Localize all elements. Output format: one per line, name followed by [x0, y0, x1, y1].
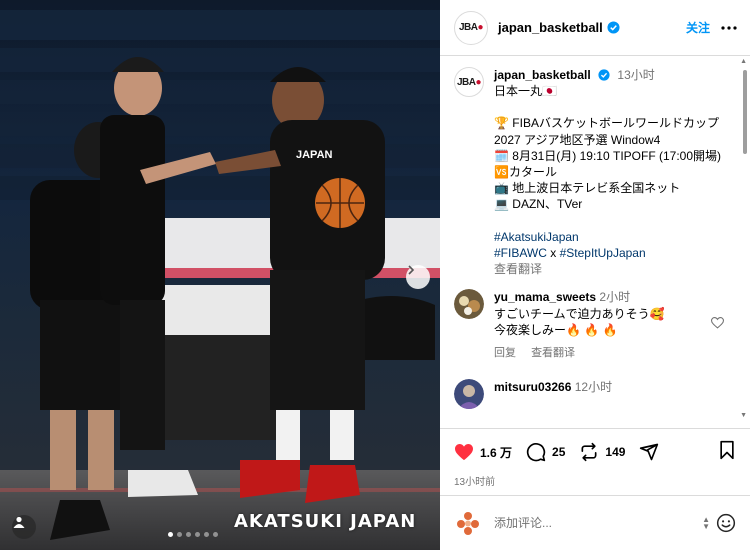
caption-line: 📺 地上波日本テレビ系全国ネット [494, 181, 681, 196]
commenter-username[interactable]: mitsuru03266 [494, 380, 571, 394]
carousel-dots [168, 532, 218, 537]
carousel-dot [186, 532, 191, 537]
bookmark-icon [720, 440, 734, 459]
comment-translate-link[interactable]: 查看翻译 [531, 347, 575, 359]
current-user-avatar-image [457, 512, 479, 535]
input-scroll-arrows[interactable]: ▲ ▼ [702, 516, 710, 531]
comment-bubble-icon [526, 443, 546, 462]
hashtag-link[interactable]: #StepItUpJapan [560, 246, 646, 260]
hashtag-link[interactable]: #AkatsukiJapan [494, 230, 579, 244]
caption-author-avatar[interactable]: JBA● [454, 67, 484, 97]
caption-line: 🏆 FIBAバスケットボールワールドカップ2027 アジア地区予選 Window… [494, 116, 719, 147]
commenter-avatar[interactable] [454, 289, 484, 320]
author-avatar[interactable]: JBA● [454, 10, 488, 45]
caption-line: 日本一丸🇯🇵 [494, 84, 557, 99]
post-photo-illustration: JAPAN [0, 10, 440, 550]
commenter-avatar-image [454, 379, 484, 410]
commenter-username[interactable]: yu_mama_sweets [494, 290, 596, 304]
repost-button[interactable]: 149 [579, 442, 625, 462]
comments-scroll-area[interactable]: JBA● japan_basketball 13小时 日本一丸🇯🇵 🏆 FIBA… [440, 57, 750, 427]
commenter-avatar[interactable] [454, 379, 484, 410]
author-username[interactable]: japan_basketball [498, 20, 603, 35]
see-translation-link[interactable]: 查看翻译 [494, 261, 724, 277]
jersey-text: JAPAN [296, 149, 333, 161]
jba-logo: JBA● [458, 22, 484, 33]
photo-watermark: AKATSUKI JAPAN [234, 511, 417, 532]
more-options-button[interactable] [720, 25, 738, 30]
verified-badge-icon [607, 21, 620, 34]
carousel-dot [204, 532, 209, 537]
comment-button[interactable]: 25 [526, 442, 565, 462]
caption: JBA● japan_basketball 13小时 日本一丸🇯🇵 🏆 FIBA… [440, 57, 750, 277]
comments-scrollbar[interactable] [742, 60, 748, 422]
comment-item: yu_mama_sweets 2小时 すごいチームで迫力ありそう🥰 今夜楽しみー… [440, 277, 750, 361]
carousel-dot [195, 532, 200, 537]
jba-logo: JBA● [456, 76, 482, 88]
caption-line: 🆚カタール [494, 165, 557, 180]
like-button[interactable]: 1.6 万 [454, 443, 512, 461]
caption-line: 💻 DAZN、TVer [494, 197, 583, 212]
comment-body: yu_mama_sweets 2小时 すごいチームで迫力ありそう🥰 今夜楽しみー… [494, 289, 665, 361]
follow-button[interactable]: 关注 [686, 19, 710, 36]
comment-time: 2小时 [599, 290, 631, 305]
action-bar: 1.6 万 25 149 13小时前 [440, 428, 750, 488]
save-bookmark-button[interactable] [718, 440, 736, 465]
comment-text: 今夜楽しみー🔥 🔥 🔥 [494, 323, 618, 338]
comment-time: 12小时 [574, 380, 613, 395]
send-paper-plane-icon [640, 443, 659, 461]
emoji-smiley-icon[interactable] [716, 513, 736, 533]
add-comment-bar: ▲▼ [440, 495, 750, 550]
user-tag-icon [13, 516, 25, 528]
posted-time: 13小时前 [454, 477, 496, 488]
verified-badge-icon [598, 69, 610, 81]
current-user-avatar [454, 509, 482, 537]
like-count: 1.6 万 [480, 445, 513, 460]
comment-body: mitsuru03266 12小时 [494, 379, 612, 409]
caption-separator: x [546, 245, 560, 260]
comment-item: mitsuru03266 12小时 [440, 361, 750, 410]
caption-username[interactable]: japan_basketball [494, 68, 591, 82]
share-button[interactable] [639, 442, 665, 462]
carousel-dot [177, 532, 182, 537]
post-header: JBA● japan_basketball 关注 [440, 0, 750, 56]
comment-like-heart-icon[interactable] [711, 317, 724, 329]
scrollbar-down-arrow[interactable]: ▼ [740, 412, 747, 419]
heart-filled-icon [455, 443, 473, 461]
commenter-avatar-image [454, 289, 484, 320]
repost-count: 149 [605, 445, 626, 459]
carousel-dot [168, 532, 173, 537]
reply-button[interactable]: 回复 [494, 347, 516, 359]
carousel-next-button[interactable] [406, 265, 430, 289]
chevron-right-icon [408, 265, 415, 275]
comment-count: 25 [552, 445, 566, 459]
comment-input[interactable] [494, 516, 684, 530]
hashtag-link[interactable]: #FIBAWC [494, 246, 547, 260]
repost-icon [581, 442, 597, 462]
caption-line: 🗓️ 8月31日(月) 19:10 TIPOFF (17:00開場) [494, 148, 722, 163]
post-photo[interactable]: JAPAN AKATSUKI JAPAN [0, 0, 440, 550]
carousel-dot [213, 532, 218, 537]
more-horizontal-icon [721, 25, 737, 30]
caption-time: 13小时 [617, 68, 655, 82]
comment-text: すごいチームで迫力ありそう🥰 [494, 306, 665, 321]
tagged-users-button[interactable] [12, 515, 36, 539]
caption-body: japan_basketball 13小时 日本一丸🇯🇵 🏆 FIBAバスケット… [494, 67, 724, 277]
post-details-panel: JBA● japan_basketball 关注 JBA● japan_bask… [440, 0, 750, 550]
